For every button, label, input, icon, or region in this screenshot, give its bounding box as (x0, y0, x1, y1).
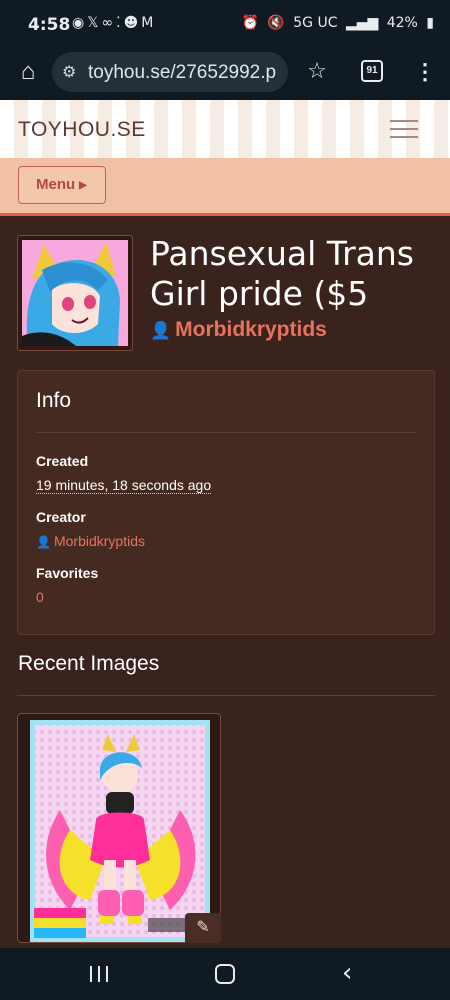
home-icon[interactable]: ⌂ (14, 58, 42, 86)
character-avatar[interactable] (17, 235, 133, 351)
character-avatar-image (22, 240, 128, 346)
creator-name[interactable]: Morbidkryptids (175, 318, 327, 341)
status-time: 4:58 (28, 15, 71, 35)
alarm-icon: ⏰ (241, 15, 259, 31)
gmail-icon: M (141, 15, 157, 31)
recent-image-thumbnail[interactable] (17, 713, 221, 943)
recent-images-heading: Recent Images (18, 652, 160, 675)
creator-field-value[interactable]: Morbidkryptids (54, 533, 145, 549)
site-logo[interactable]: TOYHOU.SE (18, 118, 146, 142)
info-card: Info Created 19 minutes, 18 seconds ago … (17, 370, 435, 635)
edit-pencil-icon[interactable]: ✎ (185, 913, 221, 943)
favorites-value[interactable]: 0 (36, 589, 44, 605)
menu-button[interactable]: Menu ▶ (18, 166, 106, 204)
recent-image-art (30, 720, 210, 942)
status-bar: 4:58 ◉𝕏∞⁚☻M ⏰ 🔇 5G UC ▂▄▆ 42% ▮ (0, 0, 450, 46)
bookmark-star-icon[interactable]: ☆ (303, 58, 331, 86)
recent-apps-icon[interactable] (88, 964, 110, 984)
creator-label: Creator (36, 509, 86, 525)
character-title: Pansexual Trans Girl pride ($5 (150, 234, 414, 313)
url-text[interactable]: toyhou.se/27652992.p (88, 62, 276, 84)
creator-link[interactable]: 👤 Morbidkryptids (150, 318, 327, 342)
created-label: Created (36, 453, 89, 469)
chat-bubble-icon: ◉ (72, 15, 88, 31)
more-options-icon[interactable]: ⋮ (414, 58, 436, 86)
status-right: ⏰ 🔇 5G UC ▂▄▆ 42% ▮ (237, 15, 434, 31)
url-bar[interactable]: ⚙ toyhou.se/27652992.p (52, 52, 288, 92)
signal-icon: ▂▄▆ (345, 15, 379, 31)
system-nav-bar: ‹ (0, 948, 450, 1000)
info-divider (36, 432, 416, 433)
battery-label: 42% (386, 15, 418, 31)
user-icon: 👤 (36, 535, 51, 549)
mute-icon: 🔇 (267, 15, 285, 31)
sparkles-icon: ⁚ (116, 15, 124, 31)
x-icon: 𝕏 (87, 15, 102, 31)
battery-icon: ▮ (426, 15, 434, 31)
recent-images-divider (17, 695, 435, 696)
favorites-label: Favorites (36, 565, 99, 581)
created-value: 19 minutes, 18 seconds ago (36, 477, 212, 494)
site-settings-icon[interactable]: ⚙ (62, 62, 76, 81)
voicemail-icon: ∞ (101, 15, 117, 31)
menu-strip: Menu ▶ (0, 158, 450, 216)
hamburger-menu-icon[interactable] (390, 117, 418, 141)
site-header: TOYHOU.SE (0, 100, 450, 158)
home-button-icon[interactable] (215, 964, 235, 984)
caret-right-icon: ▶ (79, 180, 87, 191)
creator-field-link[interactable]: 👤 Morbidkryptids (36, 533, 145, 549)
menu-button-label: Menu (36, 176, 76, 193)
bear-icon: ☻ (123, 15, 142, 31)
browser-toolbar: ⌂ ⚙ toyhou.se/27652992.p ☆ 91 ⋮ (0, 46, 450, 100)
notification-icons: ◉𝕏∞⁚☻M (72, 15, 156, 31)
tab-switcher-button[interactable]: 91 (361, 60, 383, 82)
back-icon[interactable]: ‹ (342, 959, 352, 987)
user-icon: 👤 (150, 321, 172, 340)
info-heading: Info (36, 389, 72, 412)
network-label: 5G UC (293, 15, 338, 31)
